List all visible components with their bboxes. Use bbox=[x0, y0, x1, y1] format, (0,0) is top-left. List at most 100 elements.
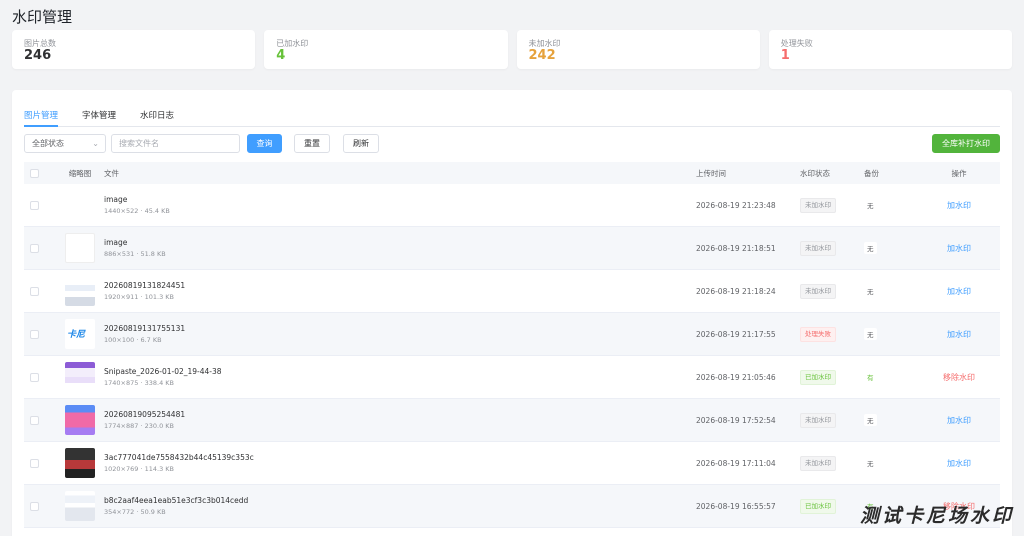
watermark-status-badge: 未加水印 bbox=[800, 197, 836, 213]
toolbar: 全部状态 ⌄ 查询 重置 刷新 全库补打水印 bbox=[24, 134, 1000, 153]
row-checkbox[interactable] bbox=[30, 458, 39, 468]
backup-status: 无 bbox=[864, 414, 877, 426]
file-meta: 1920×911 · 101.3 KB bbox=[104, 293, 174, 301]
stats-bar: 图片总数 246 已加水印 4 未加水印 242 处理失败 1 bbox=[12, 30, 1012, 69]
file-name: image bbox=[104, 238, 128, 247]
stat-label: 已加水印 bbox=[276, 39, 309, 48]
file-meta: 100×100 · 6.7 KB bbox=[104, 336, 162, 344]
upload-time: 2026-08-19 17:52:54 bbox=[696, 415, 776, 425]
file-name: 3ac777041de7558432b44c45139c353c bbox=[104, 453, 254, 462]
file-meta: 1774×887 · 230.0 KB bbox=[104, 422, 174, 430]
watermark-status-badge: 已加水印 bbox=[800, 369, 836, 385]
thumbnail-image[interactable] bbox=[65, 190, 95, 220]
watermark-status-badge: 未加水印 bbox=[800, 455, 836, 471]
file-meta: 1740×875 · 338.4 KB bbox=[104, 379, 174, 387]
row-checkbox[interactable] bbox=[30, 200, 39, 210]
page-title: 水印管理 bbox=[12, 8, 73, 26]
select-all-checkbox[interactable] bbox=[30, 168, 39, 178]
status-select-value: 全部状态 bbox=[32, 139, 64, 148]
backup-status: 无 bbox=[864, 242, 877, 254]
thumbnail-image[interactable] bbox=[65, 491, 95, 521]
file-meta: 886×531 · 51.8 KB bbox=[104, 250, 166, 258]
search-input[interactable] bbox=[111, 134, 240, 153]
upload-time: 2026-08-19 21:23:48 bbox=[696, 200, 776, 210]
header-file: 文件 bbox=[104, 168, 119, 178]
thumbnail-image[interactable] bbox=[65, 405, 95, 435]
upload-time: 2026-08-19 21:18:24 bbox=[696, 286, 776, 296]
backup-status: 无 bbox=[864, 199, 877, 211]
stat-card-total: 图片总数 246 bbox=[12, 30, 256, 69]
reset-button[interactable]: 重置 bbox=[294, 134, 330, 153]
header-thumb: 缩略图 bbox=[68, 168, 92, 178]
add-watermark-button[interactable]: 加水印 bbox=[947, 415, 971, 426]
table-body: image 1440×522 · 45.4 KB 2026-08-19 21:23:… bbox=[24, 184, 1000, 528]
watermark-status-badge: 未加水印 bbox=[800, 412, 836, 428]
row-checkbox[interactable] bbox=[30, 501, 39, 511]
thumbnail-image[interactable] bbox=[65, 276, 95, 306]
batch-watermark-button[interactable]: 全库补打水印 bbox=[932, 134, 1000, 153]
file-meta: 1440×522 · 45.4 KB bbox=[104, 207, 170, 215]
watermark-status-badge: 已加水印 bbox=[800, 498, 836, 514]
backup-status: 无 bbox=[864, 328, 877, 340]
image-management-panel: 图片管理 字体管理 水印日志 全部状态 ⌄ 查询 重置 刷新 全库补打水印 缩略… bbox=[12, 90, 1012, 536]
watermark-overlay: 测试卡尼场水印 bbox=[859, 505, 1014, 527]
add-watermark-button[interactable]: 加水印 bbox=[947, 286, 971, 297]
table-row: image 886×531 · 51.8 KB 2026-08-19 21:18:5… bbox=[24, 227, 1000, 270]
table-row: 20260819095254481 1774×887 · 230.0 KB 2026… bbox=[24, 399, 1000, 442]
status-select[interactable]: 全部状态 ⌄ bbox=[24, 134, 106, 153]
table-header: 缩略图 文件 上传时间 水印状态 备份 操作 bbox=[24, 162, 1000, 184]
stat-card-not-watermarked: 未加水印 242 bbox=[516, 30, 760, 69]
file-name: b8c2aaf4eea1eab51e3cf3c3b014cedd bbox=[104, 496, 249, 505]
image-table: 缩略图 文件 上传时间 水印状态 备份 操作 image 1440×522 · 4… bbox=[24, 162, 1000, 528]
stat-label: 未加水印 bbox=[528, 39, 561, 48]
backup-status: 无 bbox=[864, 285, 877, 297]
thumbnail-image[interactable]: 卡尼 bbox=[65, 319, 95, 349]
table-row: 20260819131824451 1920×911 · 101.3 KB 2026… bbox=[24, 270, 1000, 313]
row-checkbox[interactable] bbox=[30, 329, 39, 339]
chevron-down-icon: ⌄ bbox=[92, 139, 99, 148]
backup-status: 有 bbox=[867, 374, 874, 382]
row-checkbox[interactable] bbox=[30, 415, 39, 425]
thumbnail-image[interactable] bbox=[65, 233, 95, 263]
tab-watermark-log[interactable]: 水印日志 bbox=[140, 106, 174, 126]
upload-time: 2026-08-19 16:55:57 bbox=[696, 501, 776, 511]
stat-value: 4 bbox=[276, 48, 286, 63]
file-meta: 1020×769 · 114.3 KB bbox=[104, 465, 174, 473]
logo-icon: 卡尼 bbox=[67, 330, 86, 340]
tab-image-management[interactable]: 图片管理 bbox=[24, 106, 59, 127]
watermark-status-badge: 未加水印 bbox=[800, 240, 836, 256]
query-button[interactable]: 查询 bbox=[247, 134, 282, 153]
stat-card-failed: 处理失败 1 bbox=[768, 30, 1012, 69]
add-watermark-button[interactable]: 加水印 bbox=[947, 329, 971, 340]
remove-watermark-button[interactable]: 移除水印 bbox=[943, 372, 975, 383]
upload-time: 2026-08-19 21:17:55 bbox=[696, 329, 776, 339]
table-row: 卡尼 20260819131755131 100×100 · 6.7 KB 2026-… bbox=[24, 313, 1000, 356]
upload-time: 2026-08-19 21:05:46 bbox=[696, 372, 776, 382]
add-watermark-button[interactable]: 加水印 bbox=[947, 243, 971, 254]
stat-card-watermarked: 已加水印 4 bbox=[264, 30, 508, 69]
watermark-status-badge: 处理失败 bbox=[800, 326, 836, 342]
header-backup: 备份 bbox=[864, 168, 879, 178]
header-action: 操作 bbox=[951, 168, 967, 178]
add-watermark-button[interactable]: 加水印 bbox=[947, 200, 971, 211]
stat-label: 处理失败 bbox=[780, 39, 813, 48]
stat-value: 1 bbox=[780, 48, 790, 63]
file-name: 20260819095254481 bbox=[104, 410, 186, 419]
tab-font-management[interactable]: 字体管理 bbox=[82, 106, 116, 126]
stat-value: 246 bbox=[24, 48, 52, 63]
file-name: 20260819131755131 bbox=[104, 324, 186, 333]
row-checkbox[interactable] bbox=[30, 243, 39, 253]
file-name: 20260819131824451 bbox=[104, 281, 186, 290]
table-row: 3ac777041de7558432b44c45139c353c 1020×769… bbox=[24, 442, 1000, 485]
row-checkbox[interactable] bbox=[30, 372, 39, 382]
thumbnail-image[interactable] bbox=[65, 448, 95, 478]
header-time: 上传时间 bbox=[696, 168, 726, 178]
add-watermark-button[interactable]: 加水印 bbox=[947, 458, 971, 469]
refresh-button[interactable]: 刷新 bbox=[343, 134, 379, 153]
upload-time: 2026-08-19 17:11:04 bbox=[696, 458, 776, 468]
tab-bar: 图片管理 字体管理 水印日志 bbox=[24, 106, 1000, 127]
stat-label: 图片总数 bbox=[24, 39, 56, 48]
table-row: image 1440×522 · 45.4 KB 2026-08-19 21:23:… bbox=[24, 184, 1000, 227]
thumbnail-image[interactable] bbox=[65, 362, 95, 392]
row-checkbox[interactable] bbox=[30, 286, 39, 296]
